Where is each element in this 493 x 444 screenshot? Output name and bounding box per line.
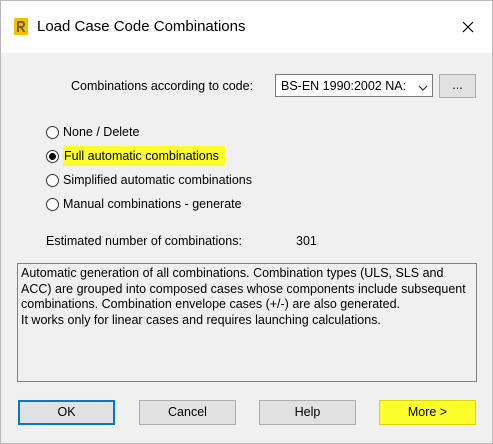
code-select[interactable]: BS-EN 1990:2002 NA: — [275, 74, 433, 97]
dialog-title: Load Case Code Combinations — [37, 18, 246, 35]
radio-simplified-automatic[interactable] — [46, 173, 59, 187]
option-label: None / Delete — [63, 125, 140, 139]
option-full-automatic[interactable]: Full automatic combinations — [46, 146, 225, 166]
close-button[interactable] — [456, 15, 480, 39]
title-bar: Load Case Code Combinations — [1, 1, 492, 53]
option-manual-generate[interactable]: Manual combinations - generate — [46, 195, 242, 213]
option-label: Manual combinations - generate — [63, 197, 242, 211]
estimate-value: 301 — [296, 234, 317, 248]
option-simplified-automatic[interactable]: Simplified automatic combinations — [46, 171, 252, 189]
description-box: Automatic generation of all combinations… — [17, 263, 477, 382]
browse-code-button[interactable]: ... — [439, 74, 476, 98]
radio-manual-generate[interactable] — [46, 197, 59, 211]
radio-full-automatic[interactable] — [46, 149, 59, 163]
estimate-label: Estimated number of combinations: — [46, 234, 242, 248]
option-none-delete[interactable]: None / Delete — [46, 123, 139, 141]
help-button[interactable]: Help — [259, 400, 356, 425]
description-paragraph: Automatic generation of all combinations… — [21, 266, 466, 311]
robot-app-icon — [14, 18, 28, 35]
load-case-code-combinations-dialog: Load Case Code Combinations Combinations… — [0, 0, 493, 444]
code-label: Combinations according to code: — [71, 79, 254, 93]
radio-none-delete[interactable] — [46, 125, 59, 139]
description-paragraph: It works only for linear cases and requi… — [21, 312, 381, 327]
close-icon — [462, 21, 474, 33]
code-select-value: BS-EN 1990:2002 NA: — [281, 79, 407, 93]
cancel-button[interactable]: Cancel — [139, 400, 236, 425]
more-button[interactable]: More > — [379, 400, 476, 425]
chevron-down-icon — [418, 81, 428, 91]
option-label: Simplified automatic combinations — [63, 173, 252, 187]
option-label: Full automatic combinations — [63, 146, 225, 166]
ok-button[interactable]: OK — [18, 400, 115, 425]
